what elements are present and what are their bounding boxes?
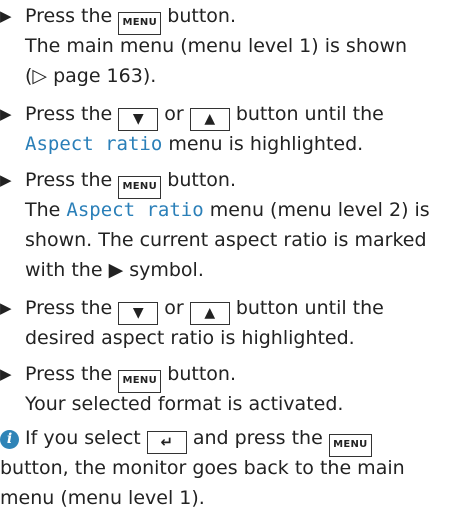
back-button-key: ↵: [146, 431, 187, 454]
step-4-instruction: Press the ▼ or ▲ button until the: [25, 294, 384, 325]
step-5-result: Your selected format is activated.: [25, 393, 344, 415]
step-1-instruction: Press the MENU button.: [25, 2, 236, 35]
aspect-ratio-menu-name: Aspect ratio: [25, 133, 163, 155]
up-arrow-button-key: ▲: [189, 108, 230, 131]
step-1-page-reference: (▷ page 163).: [25, 65, 157, 87]
up-arrow-button-key: ▲: [189, 302, 230, 325]
info-note-line-2: button, the monitor goes back to the mai…: [0, 457, 405, 479]
step-2-instruction: Press the ▼ or ▲ button until the: [25, 100, 384, 131]
aspect-ratio-menu-name: Aspect ratio: [66, 199, 204, 221]
down-arrow-button-key: ▼: [118, 108, 159, 131]
bullet-arrow-icon: ▶: [0, 299, 12, 317]
info-note-line-3: menu (menu level 1).: [0, 487, 205, 509]
bullet-arrow-icon: ▶: [0, 171, 12, 189]
step-3-result-line-3: with the ▶ symbol.: [25, 259, 204, 281]
info-note-line-1: If you select ↵ and press the MENU: [25, 424, 372, 457]
down-arrow-button-key: ▼: [118, 302, 159, 325]
step-5-instruction: Press the MENU button.: [25, 360, 236, 393]
step-3-result-line-2: shown. The current aspect ratio is marke…: [25, 229, 427, 251]
instruction-page: ▶ Press the MENU button. The main menu (…: [0, 0, 473, 513]
step-3-instruction: Press the MENU button.: [25, 166, 236, 199]
step-4-result: desired aspect ratio is highlighted.: [25, 327, 355, 349]
bullet-arrow-icon: ▶: [0, 365, 12, 383]
info-icon: i: [0, 430, 19, 449]
bullet-arrow-icon: ▶: [0, 7, 12, 25]
bullet-arrow-icon: ▶: [0, 105, 12, 123]
step-3-result: The Aspect ratio menu (menu level 2) is: [25, 199, 430, 221]
step-2-result: Aspect ratio menu is highlighted.: [25, 133, 364, 155]
step-1-result: The main menu (menu level 1) is shown: [25, 35, 408, 57]
